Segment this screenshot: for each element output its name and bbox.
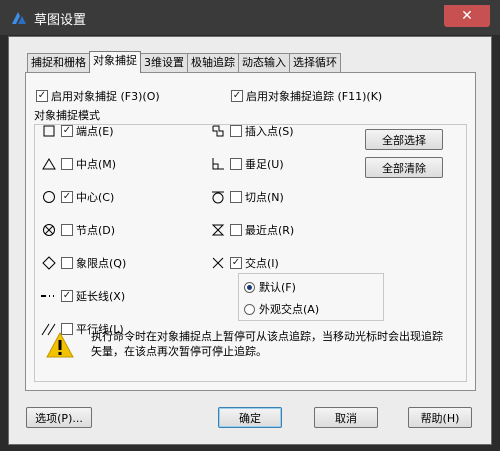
circle-center-icon xyxy=(39,190,59,204)
tab-polar-tracking[interactable]: 极轴追踪 xyxy=(187,53,239,73)
mode-node-label: 节点(D) xyxy=(76,224,116,237)
object-snap-panel: ✓ 启用对象捕捉 (F3)(O) ✓ 启用对象捕捉追踪 (F11)(K) 对象捕… xyxy=(25,72,476,391)
drafting-settings-dialog: 捕捉和栅格 对象捕捉 3维设置 极轴追踪 动态输入 选择循环 ✓ 启用对象捕捉 … xyxy=(8,36,492,445)
radio-apparent-label: 外观交点(A) xyxy=(259,303,320,316)
tab-selection-cycling[interactable]: 选择循环 xyxy=(289,53,341,73)
checkbox-checked-icon: ✓ xyxy=(230,257,242,269)
checkbox-checked-icon: ✓ xyxy=(61,191,73,203)
nearest-icon xyxy=(208,223,228,237)
intersection-icon xyxy=(208,256,228,270)
tab-3d-settings[interactable]: 3维设置 xyxy=(140,53,188,73)
checkbox-checked-icon: ✓ xyxy=(36,90,48,102)
checkbox-checked-icon: ✓ xyxy=(61,290,73,302)
checkbox-unchecked-icon xyxy=(61,257,73,269)
radio-selected-icon xyxy=(244,281,255,293)
mode-insertion[interactable]: 插入点(S) xyxy=(208,123,294,139)
mode-insertion-label: 插入点(S) xyxy=(245,125,294,138)
checkbox-unchecked-icon xyxy=(230,191,242,203)
mode-nearest[interactable]: 最近点(R) xyxy=(208,222,294,238)
close-icon: ✕ xyxy=(461,8,473,24)
radio-default[interactable]: 默认(F) xyxy=(244,279,296,295)
mode-perpendicular-label: 垂足(U) xyxy=(245,158,284,171)
extension-icon xyxy=(39,289,59,303)
mode-intersection-label: 交点(I) xyxy=(245,257,279,270)
radio-unselected-icon xyxy=(244,303,255,315)
mode-endpoint-label: 端点(E) xyxy=(76,125,114,138)
mode-center-label: 中心(C) xyxy=(76,191,115,204)
warning-icon xyxy=(46,332,74,358)
app-icon xyxy=(12,12,26,24)
checkbox-unchecked-icon xyxy=(230,125,242,137)
tab-snap-grid[interactable]: 捕捉和栅格 xyxy=(27,53,90,73)
mode-midpoint[interactable]: 中点(M) xyxy=(39,156,116,172)
mode-tangent-label: 切点(N) xyxy=(245,191,284,204)
mode-quadrant[interactable]: 象限点(Q) xyxy=(39,255,126,271)
enable-snap-checkbox[interactable]: ✓ 启用对象捕捉 (F3)(O) xyxy=(36,88,160,104)
clear-all-button[interactable]: 全部清除 xyxy=(365,157,443,178)
insertion-icon xyxy=(208,124,228,138)
select-all-button[interactable]: 全部选择 xyxy=(365,129,443,150)
mode-intersection[interactable]: ✓ 交点(I) xyxy=(208,255,279,271)
title-bar: 草图设置 ✕ xyxy=(0,0,500,36)
radio-default-label: 默认(F) xyxy=(259,281,296,294)
snap-modes-title: 对象捕捉模式 xyxy=(32,107,102,123)
checkbox-unchecked-icon xyxy=(230,158,242,170)
mode-endpoint[interactable]: ✓ 端点(E) xyxy=(39,123,114,139)
mode-midpoint-label: 中点(M) xyxy=(76,158,117,171)
mode-node[interactable]: 节点(D) xyxy=(39,222,115,238)
checkbox-checked-icon: ✓ xyxy=(61,125,73,137)
ok-button[interactable]: 确定 xyxy=(218,407,282,428)
tip-text: 执行命令时在对象捕捉点上暂停可从该点追踪，当移动光标时会出现追踪矢量，在该点再次… xyxy=(91,330,443,358)
node-icon xyxy=(39,223,59,237)
close-button[interactable]: ✕ xyxy=(444,5,490,27)
mode-extension[interactable]: ✓ 延长线(X) xyxy=(39,288,125,304)
radio-apparent-intersection[interactable]: 外观交点(A) xyxy=(244,301,319,317)
checkbox-unchecked-icon xyxy=(230,224,242,236)
cancel-button[interactable]: 取消 xyxy=(314,407,378,428)
checkbox-checked-icon: ✓ xyxy=(231,90,243,102)
mode-center[interactable]: ✓ 中心(C) xyxy=(39,189,114,205)
square-endpoint-icon xyxy=(39,124,59,138)
mode-perpendicular[interactable]: 垂足(U) xyxy=(208,156,284,172)
tab-dynamic-input[interactable]: 动态输入 xyxy=(238,53,290,73)
triangle-midpoint-icon xyxy=(39,157,59,171)
help-button[interactable]: 帮助(H) xyxy=(408,407,472,428)
mode-tangent[interactable]: 切点(N) xyxy=(208,189,284,205)
perpendicular-icon xyxy=(208,157,228,171)
tangent-icon xyxy=(208,190,228,204)
tab-strip: 捕捉和栅格 对象捕捉 3维设置 极轴追踪 动态输入 选择循环 xyxy=(27,51,341,73)
checkbox-unchecked-icon xyxy=(61,158,73,170)
tab-object-snap[interactable]: 对象捕捉 xyxy=(89,51,141,73)
enable-tracking-label: 启用对象捕捉追踪 (F11)(K) xyxy=(246,90,383,103)
window-title: 草图设置 xyxy=(34,13,87,28)
mode-quadrant-label: 象限点(Q) xyxy=(76,257,127,270)
diamond-quadrant-icon xyxy=(39,256,59,270)
checkbox-unchecked-icon xyxy=(61,224,73,236)
mode-extension-label: 延长线(X) xyxy=(76,290,126,303)
enable-tracking-checkbox[interactable]: ✓ 启用对象捕捉追踪 (F11)(K) xyxy=(231,88,382,104)
enable-snap-label: 启用对象捕捉 (F3)(O) xyxy=(51,90,160,103)
mode-nearest-label: 最近点(R) xyxy=(245,224,295,237)
options-button[interactable]: 选项(P)... xyxy=(26,407,92,428)
